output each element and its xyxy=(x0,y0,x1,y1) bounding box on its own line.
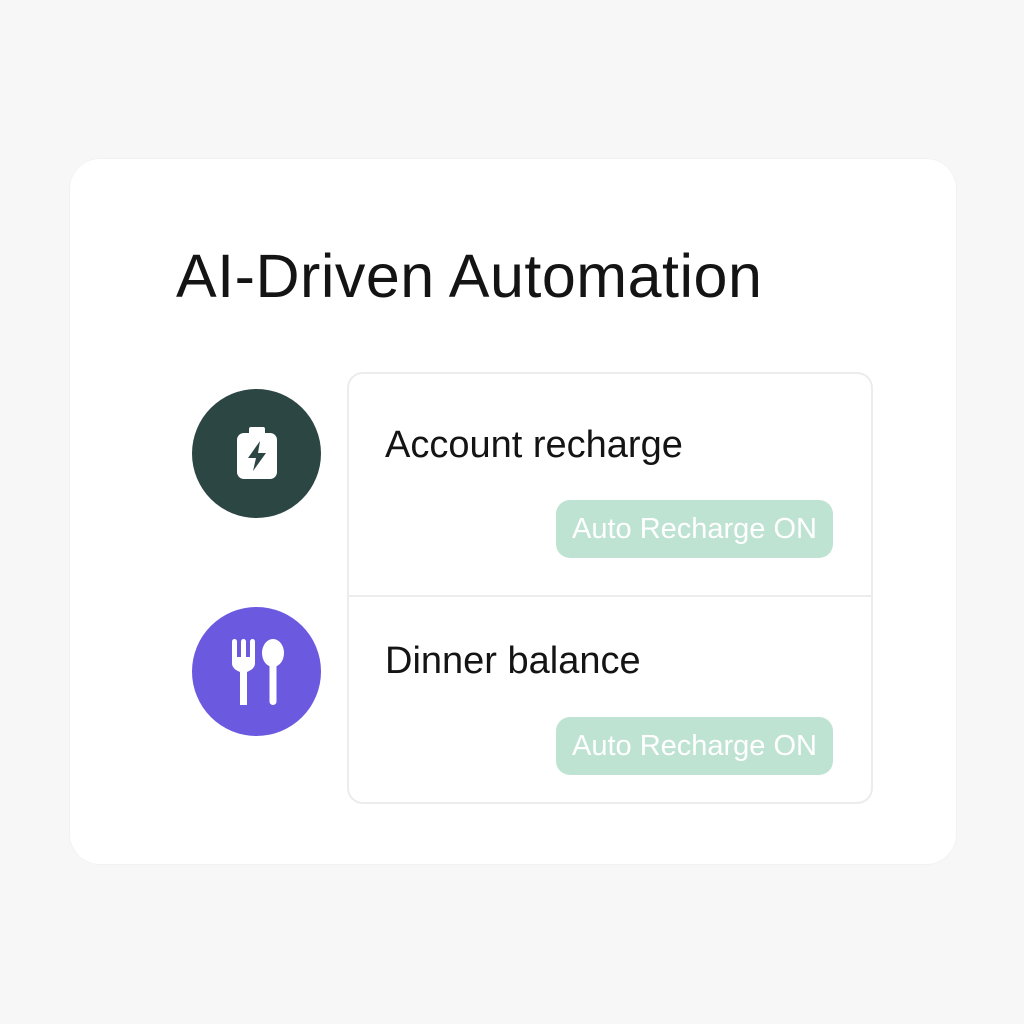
automation-list: Account recharge Auto Recharge ON Dinner… xyxy=(347,372,873,804)
page-title: AI-Driven Automation xyxy=(176,242,763,310)
status-badge[interactable]: Auto Recharge ON xyxy=(555,717,833,775)
item-label: Dinner balance xyxy=(385,640,641,682)
list-item-dinner-balance[interactable]: Dinner balance Auto Recharge ON xyxy=(349,596,871,802)
status-badge[interactable]: Auto Recharge ON xyxy=(555,500,833,558)
battery-charging-icon xyxy=(192,389,321,518)
fork-spoon-icon xyxy=(192,607,321,736)
item-label: Account recharge xyxy=(385,424,683,466)
list-item-account-recharge[interactable]: Account recharge Auto Recharge ON xyxy=(349,374,871,586)
